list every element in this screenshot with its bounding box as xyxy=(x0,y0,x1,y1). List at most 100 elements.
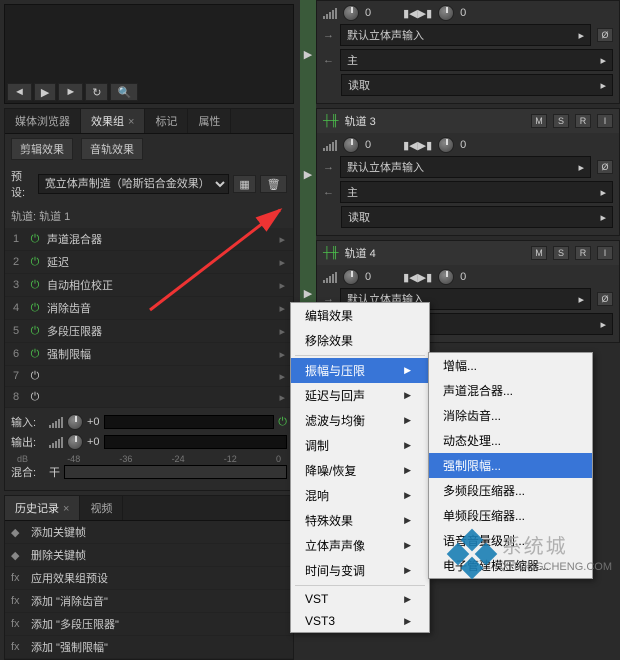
chevron-right-icon[interactable]: ▸ xyxy=(275,279,289,292)
next-button[interactable]: ► xyxy=(58,83,83,101)
output-dropdown[interactable]: 主▸ xyxy=(340,181,613,203)
fx-row[interactable]: 5⏻多段压限器▸ xyxy=(5,320,293,343)
zoom-button[interactable]: 🔍 xyxy=(110,83,138,101)
menu-delay-echo[interactable]: 延迟与回声▶ xyxy=(291,383,429,408)
output-gain-knob[interactable] xyxy=(67,434,83,450)
tab-history[interactable]: 历史记录× xyxy=(5,496,80,520)
subtab-track-fx[interactable]: 音轨效果 xyxy=(81,138,143,160)
loop-button[interactable]: ↻ xyxy=(85,83,108,101)
volume-knob[interactable] xyxy=(343,137,359,153)
phase-button[interactable]: Ø xyxy=(597,292,613,306)
menu-modulation[interactable]: 调制▶ xyxy=(291,433,429,458)
mute-button[interactable]: M xyxy=(531,246,547,260)
menu-vst3[interactable]: VST3▶ xyxy=(291,610,429,632)
track-name[interactable]: 轨道 4 xyxy=(345,245,525,261)
subtab-clip-fx[interactable]: 剪辑效果 xyxy=(11,138,73,160)
solo-button[interactable]: S xyxy=(553,114,569,128)
power-icon[interactable]: ⏻ xyxy=(27,255,43,269)
volume-knob[interactable] xyxy=(343,5,359,21)
fx-row[interactable]: 2⏻延迟▸ xyxy=(5,251,293,274)
mix-slider[interactable] xyxy=(64,465,287,479)
tab-media-browser[interactable]: 媒体浏览器 xyxy=(5,109,81,133)
fx-row[interactable]: 1⏻声道混合器▸ xyxy=(5,228,293,251)
power-icon[interactable]: ⏻ xyxy=(27,390,43,404)
power-icon[interactable]: ⏻ xyxy=(27,301,43,315)
menu-amplitude[interactable]: 振幅与压限▶ xyxy=(291,358,429,383)
close-icon[interactable]: × xyxy=(128,116,134,128)
pan-knob[interactable] xyxy=(438,269,454,285)
play-button[interactable]: ▶ xyxy=(34,83,56,101)
input-dropdown[interactable]: 默认立体声输入▸ xyxy=(340,24,591,46)
menu-vst[interactable]: VST▶ xyxy=(291,588,429,610)
chevron-right-icon[interactable]: ▸ xyxy=(275,325,289,338)
submenu-deesser[interactable]: 消除齿音... xyxy=(429,403,592,428)
submenu-singleband-compressor[interactable]: 单频段压缩器... xyxy=(429,503,592,528)
submenu-multiband-compressor[interactable]: 多频段压缩器... xyxy=(429,478,592,503)
chevron-right-icon[interactable]: ▸ xyxy=(275,233,289,246)
fx-row[interactable]: 7⏻▸ xyxy=(5,366,293,387)
submenu-dynamics[interactable]: 动态处理... xyxy=(429,428,592,453)
mute-button[interactable]: M xyxy=(531,114,547,128)
chevron-right-icon[interactable]: ▸ xyxy=(275,302,289,315)
tab-video[interactable]: 视频 xyxy=(80,496,123,520)
history-item[interactable]: ◆删除关键帧 xyxy=(5,544,293,567)
record-button[interactable]: R xyxy=(575,114,591,128)
menu-reverb[interactable]: 混响▶ xyxy=(291,483,429,508)
input-dropdown[interactable]: 默认立体声输入▸ xyxy=(340,156,591,178)
power-icon[interactable]: ⏻ xyxy=(27,324,43,338)
track-play-strip[interactable]: ▶ xyxy=(300,0,316,108)
menu-filter-eq[interactable]: 滤波与均衡▶ xyxy=(291,408,429,433)
menu-special[interactable]: 特殊效果▶ xyxy=(291,508,429,533)
menu-time-pitch[interactable]: 时间与变调▶ xyxy=(291,558,429,583)
power-icon[interactable]: ⏻ xyxy=(27,347,43,361)
history-item[interactable]: fx添加 "强制限幅" xyxy=(5,636,293,659)
preset-save-button[interactable]: ▦ xyxy=(233,175,256,193)
chevron-right-icon[interactable]: ▸ xyxy=(275,256,289,269)
close-icon[interactable]: × xyxy=(63,503,69,515)
input-monitor-button[interactable]: I xyxy=(597,114,613,128)
input-gain-knob[interactable] xyxy=(67,414,83,430)
pan-knob[interactable] xyxy=(438,5,454,21)
history-item[interactable]: ◆添加关键帧 xyxy=(5,521,293,544)
automation-dropdown[interactable]: 读取▸ xyxy=(341,206,613,228)
context-menu[interactable]: 编辑效果 移除效果 振幅与压限▶ 延迟与回声▶ 滤波与均衡▶ 调制▶ 降噪/恢复… xyxy=(290,302,430,633)
tab-properties[interactable]: 属性 xyxy=(188,109,231,133)
preset-delete-button[interactable]: 🗑 xyxy=(260,175,287,193)
solo-button[interactable]: S xyxy=(553,246,569,260)
power-icon[interactable]: ⏻ xyxy=(27,278,43,292)
submenu-hard-limiter[interactable]: 强制限幅... xyxy=(429,453,592,478)
record-button[interactable]: R xyxy=(575,246,591,260)
track-name[interactable]: 轨道 3 xyxy=(345,113,525,129)
history-item[interactable]: fx添加 "消除齿音" xyxy=(5,590,293,613)
preset-select[interactable]: 宽立体声制造（哈斯铝合金效果） xyxy=(38,174,229,194)
menu-stereo-imagery[interactable]: 立体声声像▶ xyxy=(291,533,429,558)
menu-remove-effect[interactable]: 移除效果 xyxy=(291,328,429,353)
submenu-channel-mixer[interactable]: 声道混合器... xyxy=(429,378,592,403)
input-monitor-button[interactable]: I xyxy=(597,246,613,260)
submenu-amplify[interactable]: 增幅... xyxy=(429,353,592,378)
volume-knob[interactable] xyxy=(343,269,359,285)
phase-button[interactable]: Ø xyxy=(597,28,613,42)
chevron-right-icon[interactable]: ▸ xyxy=(275,391,289,404)
output-dropdown[interactable]: 主▸ xyxy=(340,49,613,71)
history-item[interactable]: fx应用效果组预设 xyxy=(5,567,293,590)
power-icon[interactable]: ⏻ xyxy=(27,232,43,246)
history-item[interactable]: fx添加 "多段压限器" xyxy=(5,613,293,636)
prev-button[interactable]: ◄ xyxy=(7,83,32,101)
tab-marker[interactable]: 标记 xyxy=(145,109,188,133)
power-icon[interactable]: ⏻ xyxy=(278,416,287,429)
phase-button[interactable]: Ø xyxy=(597,160,613,174)
power-icon[interactable]: ⏻ xyxy=(27,369,43,383)
fx-row[interactable]: 6⏻强制限幅▸ xyxy=(5,343,293,366)
track-play-strip[interactable]: ▶ xyxy=(300,108,316,240)
automation-dropdown[interactable]: 读取▸ xyxy=(341,74,613,96)
fx-row[interactable]: 8⏻▸ xyxy=(5,387,293,408)
tab-fx-group[interactable]: 效果组× xyxy=(81,109,145,133)
menu-edit-effect[interactable]: 编辑效果 xyxy=(291,303,429,328)
fx-row[interactable]: 3⏻自动相位校正▸ xyxy=(5,274,293,297)
pan-knob[interactable] xyxy=(438,137,454,153)
chevron-right-icon[interactable]: ▸ xyxy=(275,370,289,383)
chevron-right-icon[interactable]: ▸ xyxy=(275,348,289,361)
menu-noise-reduction[interactable]: 降噪/恢复▶ xyxy=(291,458,429,483)
fx-row[interactable]: 4⏻消除齿音▸ xyxy=(5,297,293,320)
